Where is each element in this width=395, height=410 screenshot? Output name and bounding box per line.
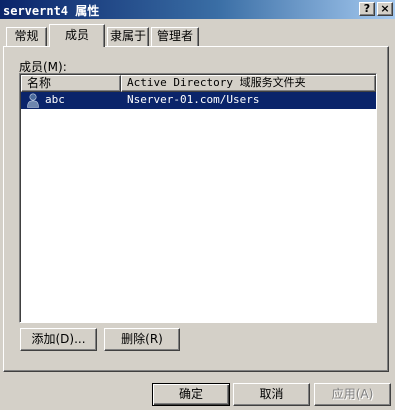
close-icon: ×	[380, 2, 390, 15]
add-button[interactable]: 添加(D)...	[20, 328, 97, 351]
members-list[interactable]: 名称 Active Directory 域服务文件夹 abc Nserver-0…	[19, 73, 377, 323]
apply-button[interactable]: 应用(A)	[314, 383, 391, 406]
tab-member-of[interactable]: 隶属于	[107, 27, 149, 46]
tab-general[interactable]: 常规	[6, 27, 47, 46]
member-folder: Nserver-01.com/Users	[127, 93, 260, 106]
title-bar[interactable]: servernt4 属性 ? ×	[0, 0, 395, 19]
cancel-button[interactable]: 取消	[233, 383, 310, 406]
column-header-folder[interactable]: Active Directory 域服务文件夹	[121, 75, 376, 92]
window-title: servernt4 属性	[3, 4, 100, 18]
ok-button[interactable]: 确定	[152, 383, 230, 406]
properties-dialog: servernt4 属性 ? × 常规 成员 隶属于 管理者 成员(M): 名称…	[0, 0, 395, 410]
tab-members[interactable]: 成员	[49, 24, 105, 47]
list-item[interactable]: abc Nserver-01.com/Users	[21, 92, 376, 109]
list-header: 名称 Active Directory 域服务文件夹	[21, 75, 376, 92]
remove-button[interactable]: 删除(R)	[104, 328, 180, 351]
members-panel: 成员(M): 名称 Active Directory 域服务文件夹 abc Ns…	[3, 46, 389, 372]
tab-managed-by[interactable]: 管理者	[151, 27, 199, 46]
close-button[interactable]: ×	[377, 2, 393, 16]
column-header-name[interactable]: 名称	[21, 75, 121, 92]
member-name: abc	[45, 93, 65, 106]
help-button[interactable]: ?	[359, 2, 375, 16]
help-icon: ?	[363, 2, 371, 15]
user-icon	[26, 93, 40, 108]
